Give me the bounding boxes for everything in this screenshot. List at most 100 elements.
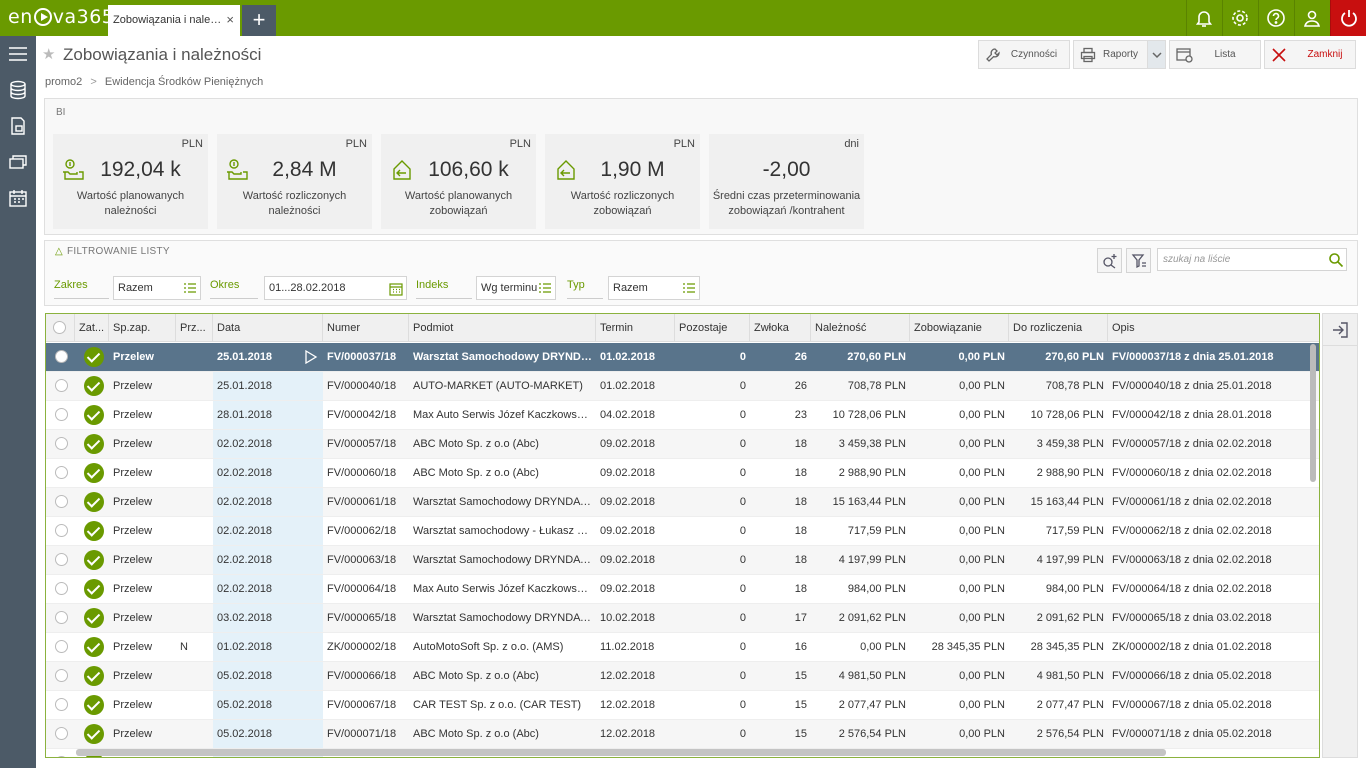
lista-button[interactable]: Lista (1169, 40, 1261, 69)
cell-prz (176, 517, 213, 545)
approved-check-icon (84, 347, 104, 367)
bi-tile[interactable]: dni -2,00 Średni czas przeterminowania zo… (709, 134, 864, 229)
filter-settings-button[interactable] (1126, 248, 1151, 273)
table-row[interactable]: Przelew 02.02.2018 FV/000064/18 Max Auto Se… (46, 575, 1319, 604)
row-select-radio[interactable] (55, 669, 68, 682)
enova-logo[interactable]: en va365 (8, 6, 114, 28)
row-select-radio[interactable] (55, 379, 68, 392)
favorite-star-icon[interactable]: ★ (42, 45, 55, 63)
windows-button[interactable] (0, 144, 36, 180)
bi-tile[interactable]: PLN 2,84 M Wartość rozliczonych należnośc… (217, 134, 372, 229)
column-header[interactable]: Należność (811, 314, 910, 342)
advanced-search-button[interactable] (1097, 248, 1122, 273)
breadcrumb-item[interactable]: Ewidencja Środków Pieniężnych (105, 76, 263, 88)
column-header[interactable]: Zwłoka (750, 314, 811, 342)
tab-zobowiazania[interactable]: Zobowiązania i należności × (108, 5, 240, 36)
add-tab-button[interactable]: + (242, 5, 276, 36)
cell-zw: 17 (794, 612, 807, 624)
calendar-button[interactable] (0, 180, 36, 216)
table-row[interactable]: Przelew 02.02.2018 FV/000063/18 Warsztat Sa… (46, 546, 1319, 575)
cell-sp: Przelew (113, 525, 153, 537)
cell-podmiot: Warsztat Samochodowy DRYNDA (D... (413, 554, 596, 566)
calendar-icon (9, 190, 27, 207)
table-row[interactable]: Przelew 25.01.2018 FV/000040/18 AUTO-MARKET… (46, 372, 1319, 401)
search-icon[interactable] (1328, 252, 1344, 268)
power-button[interactable] (1330, 0, 1366, 36)
cell-nal: 708,78 PLN (847, 380, 906, 392)
table-row[interactable]: Przelew 03.02.2018 FV/000065/18 Warsztat Sa… (46, 604, 1319, 633)
cell-data: 01.02.2018 (213, 633, 323, 661)
table-row[interactable]: Przelew 05.02.2018 FV/000066/18 ABC Moto Sp… (46, 662, 1319, 691)
calendar-icon[interactable] (389, 282, 403, 296)
row-select-radio[interactable] (55, 495, 68, 508)
column-header[interactable]: Zat... (75, 314, 109, 342)
menu-button[interactable] (0, 36, 36, 72)
help-button[interactable] (1258, 0, 1293, 36)
row-select-radio[interactable] (55, 553, 68, 566)
table-row[interactable]: Przelew 02.02.2018 FV/000060/18 ABC Moto Sp… (46, 459, 1319, 488)
breadcrumb-item[interactable]: promo2 (45, 76, 82, 88)
row-select-radio[interactable] (55, 408, 68, 421)
documents-button[interactable] (0, 108, 36, 144)
row-select-radio[interactable] (55, 727, 68, 740)
row-select-radio[interactable] (55, 437, 68, 450)
bi-tile[interactable]: PLN 106,60 k Wartość planowanych zobowiąz… (381, 134, 536, 229)
column-header[interactable]: Pozostaje (675, 314, 750, 342)
tab-close-icon[interactable]: × (226, 12, 234, 27)
column-header[interactable]: Podmiot (409, 314, 596, 342)
table-row[interactable]: Przelew 28.01.2018 FV/000042/18 Max Auto Se… (46, 401, 1319, 430)
table-row[interactable]: Przelew 05.02.2018 FV/000067/18 CAR TEST Sp… (46, 691, 1319, 720)
column-header[interactable]: Termin (596, 314, 675, 342)
row-select-radio[interactable] (55, 466, 68, 479)
column-header[interactable]: Opis (1108, 314, 1319, 342)
cell-prz (176, 430, 213, 458)
cell-nal: 2 077,47 PLN (838, 699, 906, 711)
row-select-radio[interactable] (55, 350, 68, 363)
row-select-radio[interactable] (55, 582, 68, 595)
column-header[interactable]: Numer (323, 314, 409, 342)
row-select-radio[interactable] (55, 524, 68, 537)
cell-zw: 18 (794, 525, 807, 537)
bi-tile[interactable]: PLN 192,04 k Wartość planowanych należnoś… (53, 134, 208, 229)
table-row[interactable]: Przelew 25.01.2018 FV/000037/18 Warsztat Sa… (46, 343, 1319, 372)
table-row[interactable]: Przelew N 01.02.2018 ZK/000002/18 AutoMotoSo… (46, 633, 1319, 662)
indeks-select[interactable]: Wg terminu (476, 276, 556, 300)
czynnosci-button[interactable]: Czynności (978, 40, 1070, 69)
expand-panel-button[interactable] (1323, 314, 1357, 346)
settings-button[interactable] (1222, 0, 1257, 36)
row-select-radio[interactable] (55, 698, 68, 711)
search-plus-icon (1102, 253, 1116, 269)
notifications-button[interactable] (1186, 0, 1221, 36)
raporty-dropdown-button[interactable] (1147, 40, 1166, 69)
column-header[interactable]: Zobowiązanie (910, 314, 1009, 342)
column-header[interactable]: Do rozliczenia (1009, 314, 1108, 342)
row-select-radio[interactable] (55, 640, 68, 653)
table-row[interactable]: Przelew 02.02.2018 FV/000057/18 ABC Moto Sp… (46, 430, 1319, 459)
zakres-select[interactable]: Razem (113, 276, 201, 300)
select-all-column[interactable] (46, 314, 75, 342)
cell-opis: ZK/000002/18 z dnia 01.02.2018 (1112, 641, 1272, 653)
okres-input[interactable]: 01...28.02.2018 (264, 276, 407, 300)
raporty-button[interactable]: Raporty (1073, 40, 1148, 69)
table-row[interactable]: Przelew 02.02.2018 FV/000061/18 Warsztat Sa… (46, 488, 1319, 517)
user-button[interactable] (1294, 0, 1329, 36)
column-header[interactable]: Prz... (176, 314, 213, 342)
search-input[interactable]: szukaj na liście (1157, 248, 1347, 271)
bi-tile[interactable]: PLN 1,90 M Wartość rozliczonych zobowiąza… (545, 134, 700, 229)
row-select-radio[interactable] (55, 611, 68, 624)
table-row[interactable]: Przelew 05.02.2018 FV/000071/18 ABC Moto Sp… (46, 720, 1319, 749)
table-row[interactable]: Przelew 02.02.2018 FV/000062/18 Warsztat sa… (46, 517, 1319, 546)
typ-select[interactable]: Razem (608, 276, 700, 300)
column-header[interactable]: Sp.zap. (109, 314, 176, 342)
cell-data: 02.02.2018 (213, 517, 323, 545)
database-button[interactable] (0, 72, 36, 108)
select-all-radio[interactable] (53, 321, 66, 334)
filter-toggle[interactable]: △ FILTROWANIE LISTY (55, 246, 170, 257)
column-header[interactable]: Data (213, 314, 323, 342)
horizontal-scrollbar[interactable] (76, 749, 1166, 756)
vertical-scrollbar[interactable] (1310, 344, 1316, 482)
row-select-radio[interactable] (55, 756, 68, 757)
zamknij-button[interactable]: Zamknij (1264, 40, 1356, 69)
row-play-icon[interactable] (304, 349, 318, 367)
cell-nal: 15 163,44 PLN (832, 496, 906, 508)
